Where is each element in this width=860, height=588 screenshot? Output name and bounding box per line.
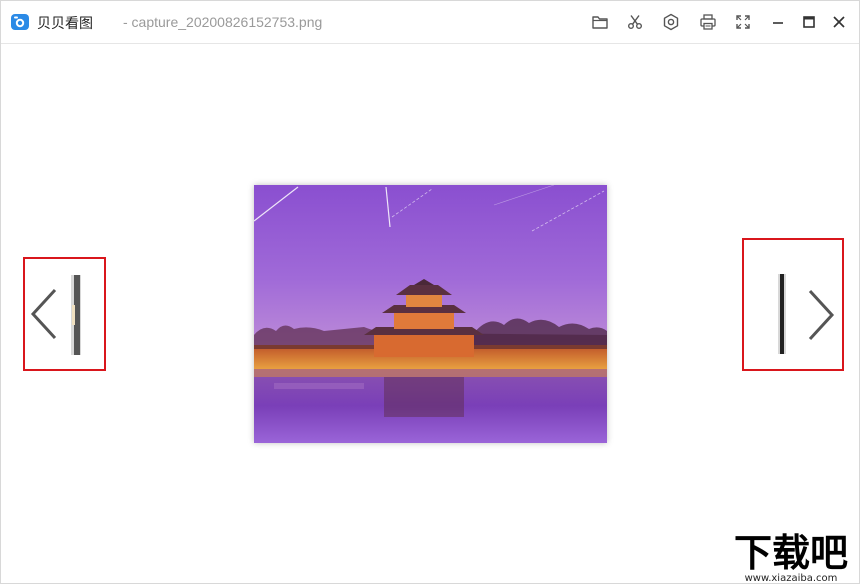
gear-icon bbox=[663, 13, 679, 31]
svg-text:www.xiazaiba.com: www.xiazaiba.com bbox=[745, 573, 838, 583]
app-title: 贝贝看图 bbox=[37, 16, 93, 32]
previous-image-thumbnail bbox=[71, 275, 81, 355]
crop-button[interactable] bbox=[624, 11, 646, 33]
svg-text:下载吧: 下载吧 bbox=[734, 531, 848, 575]
maximize-icon bbox=[803, 16, 815, 28]
next-image-button[interactable] bbox=[742, 238, 844, 371]
close-icon bbox=[833, 16, 845, 28]
title-bar: 贝贝看图 - capture_20200826152753.png bbox=[1, 1, 859, 44]
app-window: 贝贝看图 - capture_20200826152753.png 下载吧 ww… bbox=[0, 0, 860, 584]
fullscreen-button[interactable] bbox=[732, 11, 754, 33]
minimize-icon bbox=[773, 22, 783, 24]
file-name-label: - capture_20200826152753.png bbox=[123, 14, 323, 30]
fullscreen-icon bbox=[736, 15, 750, 29]
settings-button[interactable] bbox=[660, 11, 682, 33]
watermark-logo: 下载吧 www.xiazaiba.com bbox=[723, 526, 859, 584]
open-folder-button[interactable] bbox=[589, 11, 611, 33]
previous-image-button[interactable] bbox=[23, 257, 106, 371]
close-button[interactable] bbox=[828, 11, 850, 33]
chevron-right-icon bbox=[808, 289, 835, 341]
maximize-button[interactable] bbox=[798, 11, 820, 33]
main-image bbox=[254, 185, 607, 443]
chevron-left-icon bbox=[30, 288, 57, 340]
printer-icon bbox=[700, 14, 716, 30]
next-image-thumbnail bbox=[778, 274, 786, 354]
scissors-icon bbox=[628, 15, 642, 29]
minimize-button[interactable] bbox=[767, 11, 789, 33]
folder-icon bbox=[592, 16, 608, 29]
print-button[interactable] bbox=[697, 11, 719, 33]
app-logo-icon bbox=[10, 12, 30, 32]
